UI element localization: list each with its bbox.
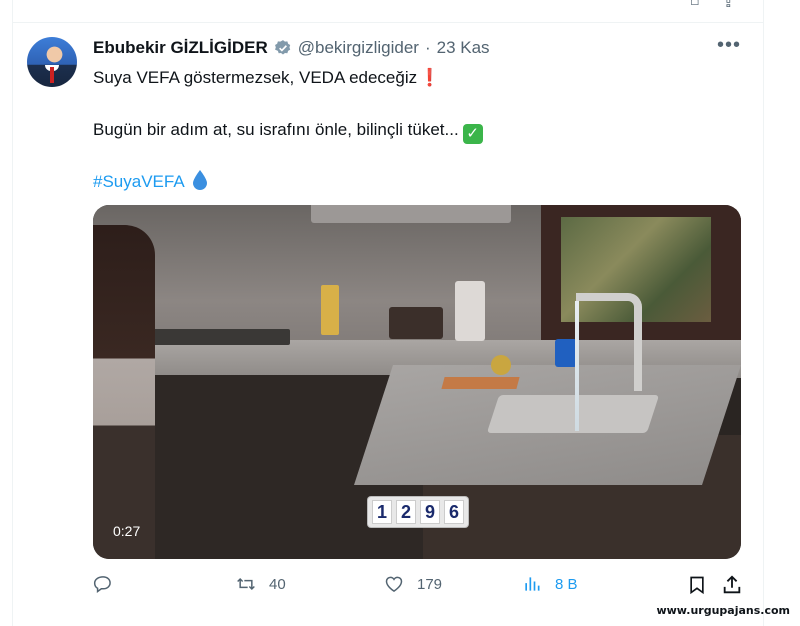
tweet-text-line-1: Suya VEFA göstermezsek, VEDA edeceğiz ❗ <box>93 68 440 88</box>
avatar[interactable] <box>27 37 77 87</box>
counter-digit: 6 <box>444 500 464 524</box>
check-mark-emoji-icon: ✓ <box>462 124 483 144</box>
counter-digit: 1 <box>372 500 392 524</box>
exclamation-emoji-icon: ❗ <box>419 68 441 87</box>
tweet-divider <box>13 22 763 23</box>
retweet-count: 40 <box>269 575 286 593</box>
water-counter: 1 2 9 6 <box>368 497 468 527</box>
utensil-holder <box>321 285 339 335</box>
sink <box>486 395 660 433</box>
author-handle[interactable]: @bekirgizligider <box>298 38 419 58</box>
orange <box>491 355 511 375</box>
range-hood <box>311 205 511 223</box>
separator-dot: · <box>424 38 431 57</box>
bookmark-icon[interactable]: ⌂ <box>690 0 700 12</box>
counter-digit: 9 <box>420 500 440 524</box>
share-icon <box>723 575 741 594</box>
site-watermark: www.urgupajans.com <box>656 604 790 617</box>
tweet-date[interactable]: 23 Kas <box>437 38 490 58</box>
like-button[interactable]: 179 <box>383 574 442 594</box>
person-figure <box>93 225 155 559</box>
tweet-text-1: Suya VEFA göstermezsek, VEDA edeceğiz <box>93 68 418 87</box>
hashtag-link[interactable]: #SuyaVEFA <box>93 172 185 191</box>
toaster <box>389 307 443 339</box>
tweet-actions: 40 179 8 B <box>93 566 755 610</box>
like-count: 179 <box>417 575 443 593</box>
bookmark-button[interactable] <box>687 574 719 596</box>
share-button[interactable] <box>721 574 755 596</box>
retweet-button[interactable]: 40 <box>235 574 286 594</box>
share-icon[interactable]: ⇪ <box>722 0 735 12</box>
video-duration: 0:27 <box>113 523 141 539</box>
cutting-board <box>441 377 520 389</box>
running-water <box>575 301 579 431</box>
bookmark-icon <box>690 576 704 595</box>
tweet-header: Ebubekir GİZLİGİDER @bekirgizligider · 2… <box>93 38 490 58</box>
soap-bottle <box>555 339 577 367</box>
previous-tweet-actions: ⌂ ⇪ <box>690 0 735 12</box>
retweet-icon <box>237 577 255 591</box>
more-options-icon[interactable]: ••• <box>717 34 741 57</box>
tweet-text-2: Bugün bir adım at, su israfını önle, bil… <box>93 120 459 139</box>
heart-icon <box>385 576 403 592</box>
views-button[interactable]: 8 B <box>511 566 578 610</box>
faucet <box>576 293 642 391</box>
counter-digit: 2 <box>396 500 416 524</box>
reply-button[interactable] <box>93 574 125 594</box>
stove <box>145 329 290 345</box>
video-player[interactable]: 1 2 9 6 0:27 <box>93 205 741 559</box>
jar <box>455 281 485 341</box>
reply-icon <box>93 576 111 593</box>
water-drop-emoji-icon <box>192 170 207 195</box>
author-name[interactable]: Ebubekir GİZLİGİDER <box>93 38 268 58</box>
tweet-card[interactable]: ⌂ ⇪ Ebubekir GİZLİGİDER @bekirgizligider… <box>12 0 764 626</box>
views-count: 8 B <box>555 575 578 593</box>
hashtag-line: #SuyaVEFA <box>93 170 207 195</box>
tweet-text-line-2: Bugün bir adım at, su israfını önle, bil… <box>93 120 483 144</box>
views-chart-icon <box>525 577 540 591</box>
verified-badge-icon <box>274 39 292 57</box>
